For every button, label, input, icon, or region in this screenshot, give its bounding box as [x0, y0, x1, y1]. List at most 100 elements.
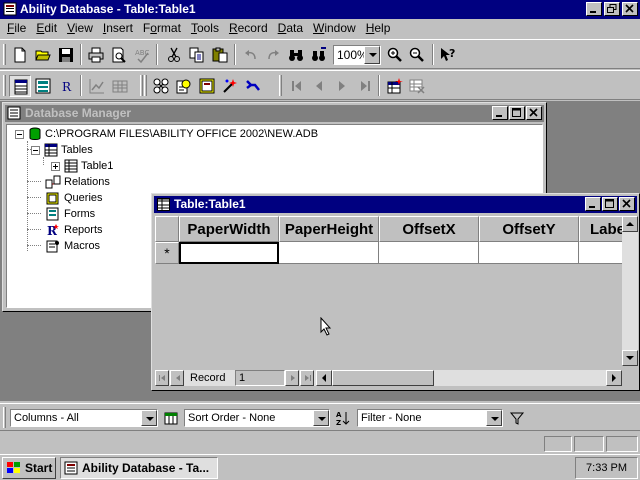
print-button[interactable] — [85, 44, 107, 66]
tree-relations[interactable]: Relations — [45, 174, 110, 190]
filter-combo[interactable]: Filter - None — [357, 409, 503, 427]
clock[interactable]: 7:33 PM — [586, 462, 627, 474]
form-button[interactable] — [196, 75, 218, 97]
menu-data[interactable]: Data — [273, 20, 308, 37]
toolbar-grip[interactable] — [144, 75, 147, 96]
menu-tools[interactable]: Tools — [186, 20, 224, 37]
cell-label-new[interactable] — [579, 242, 622, 264]
delete-record-button[interactable] — [406, 75, 428, 97]
record-number-field[interactable]: 1 — [235, 370, 285, 386]
close-button[interactable] — [622, 2, 638, 16]
chart-button[interactable] — [86, 75, 108, 97]
filter-dropdown-arrow[interactable] — [486, 410, 502, 426]
columns-button[interactable] — [160, 407, 182, 429]
menu-view[interactable]: View — [62, 20, 98, 37]
zoom-combo[interactable]: 100% — [333, 45, 381, 65]
undo-button[interactable] — [240, 44, 262, 66]
find-button[interactable] — [285, 44, 307, 66]
menu-file[interactable]: File — [2, 20, 31, 37]
size-grip[interactable] — [622, 370, 638, 386]
column-header-offsetx[interactable]: OffsetX — [379, 216, 479, 242]
paste-button[interactable] — [209, 44, 231, 66]
wizard-button[interactable] — [219, 75, 241, 97]
database-manager-title-bar[interactable]: Database Manager — [5, 105, 544, 122]
next-record-button[interactable] — [331, 75, 353, 97]
grid-corner[interactable] — [155, 216, 179, 242]
menu-window[interactable]: Window — [308, 20, 361, 37]
tree-macros[interactable]: Macros — [45, 238, 100, 254]
new-button[interactable] — [9, 44, 31, 66]
toolbar-grip[interactable] — [140, 75, 143, 96]
last-record-button[interactable] — [354, 75, 376, 97]
table-maximize-button[interactable] — [602, 197, 618, 211]
collapse-icon[interactable] — [31, 145, 40, 155]
dbm-maximize-button[interactable] — [509, 106, 525, 120]
replace-button[interactable] — [308, 44, 330, 66]
table-view-button[interactable] — [9, 75, 31, 97]
tree-forms[interactable]: Forms — [45, 206, 95, 222]
sort-order-dropdown-arrow[interactable] — [313, 410, 329, 426]
toolbar-grip[interactable] — [3, 407, 6, 428]
scroll-up-button[interactable] — [622, 216, 638, 232]
cell-offsety-new[interactable] — [479, 242, 579, 264]
start-button[interactable]: Start — [2, 457, 56, 479]
horizontal-scroll-thumb[interactable] — [332, 370, 434, 386]
form-view-button[interactable] — [32, 75, 54, 97]
report-view-button[interactable]: R — [55, 75, 77, 97]
zoom-out-button[interactable] — [406, 44, 428, 66]
redo-button[interactable] — [262, 44, 284, 66]
columns-dropdown-arrow[interactable] — [141, 410, 157, 426]
menu-record[interactable]: Record — [224, 20, 273, 37]
scroll-left-button[interactable] — [316, 370, 332, 386]
spelling-button[interactable]: ABC — [131, 44, 153, 66]
save-button[interactable] — [55, 44, 77, 66]
cut-button[interactable] — [163, 44, 185, 66]
toolbar-grip[interactable] — [3, 44, 6, 65]
previous-record-button[interactable] — [308, 75, 330, 97]
collapse-icon[interactable] — [15, 129, 24, 139]
column-header-label[interactable]: Labe — [579, 216, 622, 242]
query-button[interactable] — [173, 75, 195, 97]
crosstab-button[interactable] — [109, 75, 131, 97]
copy-button[interactable] — [186, 44, 208, 66]
print-preview-button[interactable] — [108, 44, 130, 66]
apply-filter-button[interactable] — [506, 407, 528, 429]
nav-next-button[interactable] — [285, 370, 299, 386]
relations-button[interactable] — [150, 75, 172, 97]
table-close-button[interactable] — [619, 197, 635, 211]
column-header-paperheight[interactable]: PaperHeight — [279, 216, 379, 242]
zoom-in-button[interactable] — [384, 44, 406, 66]
tools-button[interactable] — [242, 75, 264, 97]
new-record-button[interactable] — [384, 75, 406, 97]
column-header-paperwidth[interactable]: PaperWidth — [179, 216, 279, 242]
first-record-button[interactable] — [286, 75, 308, 97]
cell-paperwidth-new[interactable] — [179, 242, 279, 264]
tree-tables[interactable]: Tables — [31, 142, 93, 158]
nav-prev-button[interactable] — [170, 370, 184, 386]
open-button[interactable] — [32, 44, 54, 66]
minimize-button[interactable] — [586, 2, 602, 16]
new-row-selector[interactable]: * — [155, 242, 179, 264]
dbm-close-button[interactable] — [526, 106, 542, 120]
taskbar-app-button[interactable]: Ability Database - Ta... — [60, 457, 218, 479]
menu-edit[interactable]: Edit — [31, 20, 62, 37]
column-header-offsety[interactable]: OffsetY — [479, 216, 579, 242]
scroll-down-button[interactable] — [622, 350, 638, 366]
app-title-bar[interactable]: Ability Database - Table:Table1 — [0, 0, 640, 19]
scroll-right-button[interactable] — [606, 370, 622, 386]
menu-help[interactable]: Help — [361, 20, 396, 37]
nav-last-button[interactable] — [300, 370, 314, 386]
nav-first-button[interactable] — [155, 370, 169, 386]
tree-table1[interactable]: Table1 — [51, 158, 113, 174]
expand-icon[interactable] — [51, 161, 60, 171]
zoom-dropdown-arrow[interactable] — [364, 46, 380, 64]
dbm-minimize-button[interactable] — [492, 106, 508, 120]
cell-paperheight-new[interactable] — [279, 242, 379, 264]
toolbar-grip[interactable] — [3, 75, 6, 96]
vertical-scrollbar[interactable] — [622, 216, 638, 366]
table-window-title-bar[interactable]: Table:Table1 — [154, 196, 637, 213]
menu-format[interactable]: Format — [138, 20, 186, 37]
tree-reports[interactable]: R Reports — [45, 222, 103, 238]
tree-database-root[interactable]: C:\PROGRAM FILES\ABILITY OFFICE 2002\NEW… — [15, 126, 318, 142]
sort-button[interactable]: AZ — [332, 407, 354, 429]
